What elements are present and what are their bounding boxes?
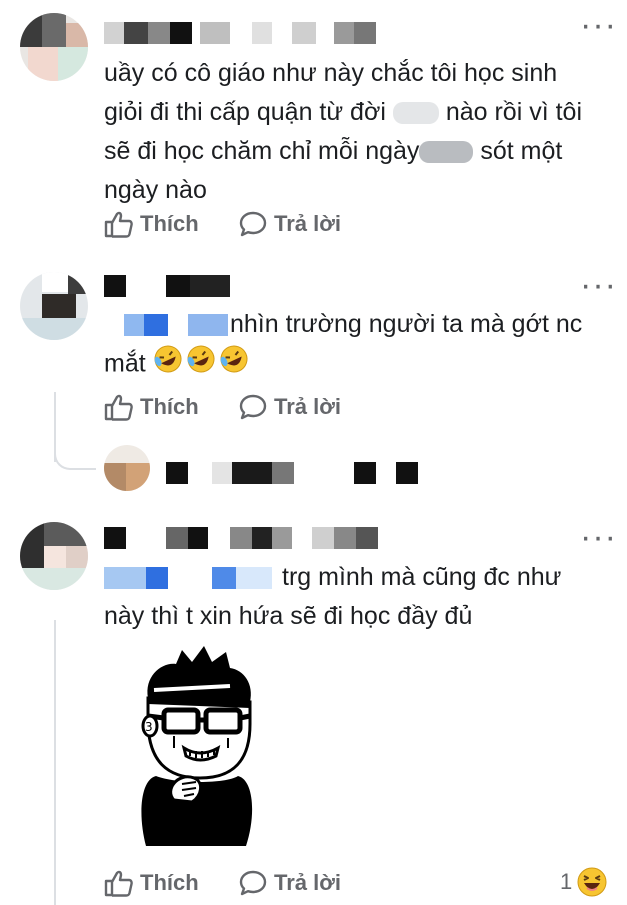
laughing-face-icon bbox=[577, 867, 607, 897]
like-button[interactable]: Thích bbox=[104, 210, 199, 238]
avatar[interactable] bbox=[20, 13, 88, 81]
more-options-icon[interactable]: ··· bbox=[580, 520, 617, 554]
meme-sticker: 3 bbox=[141, 646, 253, 846]
like-label: Thích bbox=[140, 394, 199, 419]
speech-bubble-icon bbox=[239, 394, 267, 420]
reply-button[interactable]: Trả lời bbox=[238, 210, 341, 238]
more-options-icon[interactable]: ··· bbox=[580, 268, 617, 302]
like-label: Thích bbox=[140, 870, 199, 895]
reaction-count: 1 bbox=[560, 869, 573, 894]
reply-label: Trả lời bbox=[274, 394, 341, 419]
svg-text:3: 3 bbox=[145, 720, 153, 734]
reply-button[interactable]: Trả lời bbox=[238, 869, 341, 897]
reply-avatar[interactable] bbox=[104, 445, 150, 491]
like-button[interactable]: Thích bbox=[104, 869, 199, 897]
like-button[interactable]: Thích bbox=[104, 393, 199, 421]
thumbs-up-icon bbox=[104, 394, 133, 421]
comment-text: trg mình mà cũng đc như này thì t xin hứ… bbox=[104, 563, 562, 630]
speech-bubble-icon bbox=[239, 211, 267, 237]
comment-text: uầy có cô giáo như này chắc tôi học sinh… bbox=[104, 59, 583, 204]
reply-label: Trả lời bbox=[274, 211, 341, 236]
rolling-on-floor-laughing-icon bbox=[153, 344, 251, 386]
mention-blurred[interactable] bbox=[104, 314, 230, 337]
speech-bubble-icon bbox=[239, 870, 267, 896]
like-label: Thích bbox=[140, 211, 199, 236]
reply-button[interactable]: Trả lời bbox=[238, 393, 341, 421]
avatar[interactable] bbox=[20, 522, 88, 590]
thumbs-up-icon bbox=[104, 870, 133, 897]
reply-label: Trả lời bbox=[274, 870, 341, 895]
blurred-word bbox=[419, 141, 474, 164]
thumbs-up-icon bbox=[104, 211, 133, 238]
avatar[interactable] bbox=[20, 272, 88, 340]
reaction-summary[interactable]: 1 bbox=[560, 866, 608, 898]
thread-connector bbox=[54, 620, 56, 905]
mention-blurred[interactable] bbox=[104, 567, 282, 590]
comment-text: nhìn trường người ta mà gớt nc mắt bbox=[104, 305, 604, 386]
more-options-icon[interactable]: ··· bbox=[580, 8, 617, 42]
blurred-word bbox=[392, 102, 439, 125]
